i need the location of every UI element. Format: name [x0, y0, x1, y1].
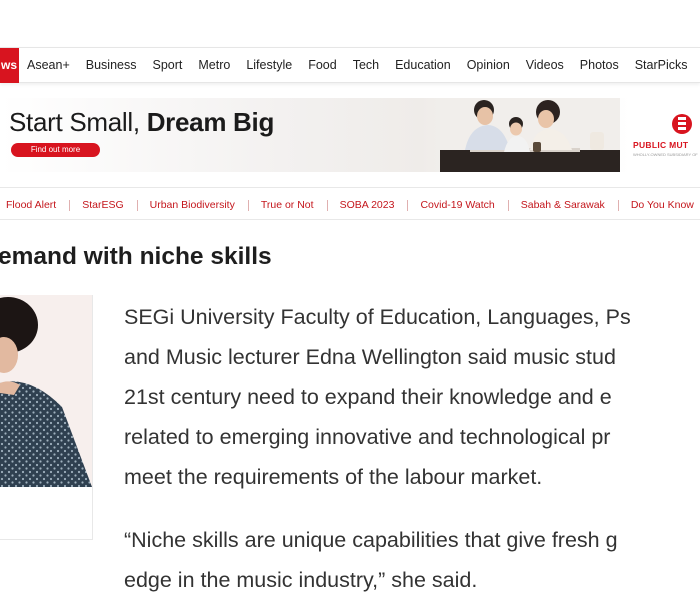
- ad-brand-logo: PUBLIC MUT WHOLLY-OWNED SUBSIDIARY OF: [628, 98, 700, 172]
- article-title: emand with niche skills: [0, 243, 272, 270]
- lecturer-photo: [0, 295, 92, 487]
- nav-item-lifestyle[interactable]: Lifestyle: [238, 48, 300, 83]
- nav-item-opinion[interactable]: Opinion: [459, 48, 518, 83]
- nav-item-metro[interactable]: Metro: [190, 48, 238, 83]
- paragraph-line: “Niche skills are unique capabilities th…: [124, 528, 618, 552]
- nav-item-business[interactable]: Business: [78, 48, 145, 83]
- paragraph-line: related to emerging innovative and techn…: [124, 425, 611, 449]
- site-logo[interactable]: ws: [0, 48, 19, 83]
- topic-true-or-not[interactable]: True or Not: [247, 199, 327, 211]
- article-paragraph-1: SEGi University Faculty of Education, La…: [124, 297, 700, 497]
- ad-headline: Start Small, Dream Big: [9, 107, 275, 137]
- main-nav: ws Asean+ Business Sport Metro Lifestyle…: [0, 47, 700, 83]
- topic-bar: Flood Alert StarESG Urban Biodiversity T…: [0, 187, 700, 220]
- article-photo-frame: [0, 295, 93, 540]
- topic-do-you-know[interactable]: Do You Know: [617, 199, 700, 211]
- nav-item-starpicks[interactable]: StarPicks: [627, 48, 696, 83]
- nav-item-videos[interactable]: Videos: [518, 48, 572, 83]
- nav-item-asean[interactable]: Asean+: [19, 48, 78, 83]
- paragraph-line: and Music lecturer Edna Wellington said …: [124, 345, 616, 369]
- ad-find-out-more-button[interactable]: Find out more: [11, 143, 100, 157]
- topic-staresg[interactable]: StarESG: [69, 199, 136, 211]
- nav-item-food[interactable]: Food: [300, 48, 345, 83]
- paragraph-line: 21st century need to expand their knowle…: [124, 385, 612, 409]
- nav-item-photos[interactable]: Photos: [572, 48, 627, 83]
- topic-covid-19-watch[interactable]: Covid-19 Watch: [407, 199, 507, 211]
- topic-urban-biodiversity[interactable]: Urban Biodiversity: [136, 199, 248, 211]
- paragraph-line: edge in the music industry,” she said.: [124, 568, 478, 592]
- nav-item-education[interactable]: Education: [387, 48, 459, 83]
- brand-emblem-icon: [672, 114, 692, 134]
- article-paragraph-2: “Niche skills are unique capabilities th…: [124, 520, 700, 600]
- brand-name: PUBLIC MUT: [633, 140, 689, 150]
- paragraph-line: SEGi University Faculty of Education, La…: [124, 305, 631, 329]
- banner-ad[interactable]: Start Small, Dream Big Find out more PUB…: [0, 98, 700, 172]
- nav-items: Asean+ Business Sport Metro Lifestyle Fo…: [19, 48, 696, 83]
- ad-family-photo: [440, 98, 620, 172]
- paragraph-line: meet the requirements of the labour mark…: [124, 465, 543, 489]
- nav-item-tech[interactable]: Tech: [345, 48, 387, 83]
- nav-item-sport[interactable]: Sport: [144, 48, 190, 83]
- topic-soba-2023[interactable]: SOBA 2023: [326, 199, 408, 211]
- topic-links: Flood Alert StarESG Urban Biodiversity T…: [0, 188, 700, 221]
- topic-flood-alert[interactable]: Flood Alert: [0, 199, 69, 211]
- brand-tagline: WHOLLY-OWNED SUBSIDIARY OF: [633, 152, 698, 157]
- topic-sabah-sarawak[interactable]: Sabah & Sarawak: [507, 199, 618, 211]
